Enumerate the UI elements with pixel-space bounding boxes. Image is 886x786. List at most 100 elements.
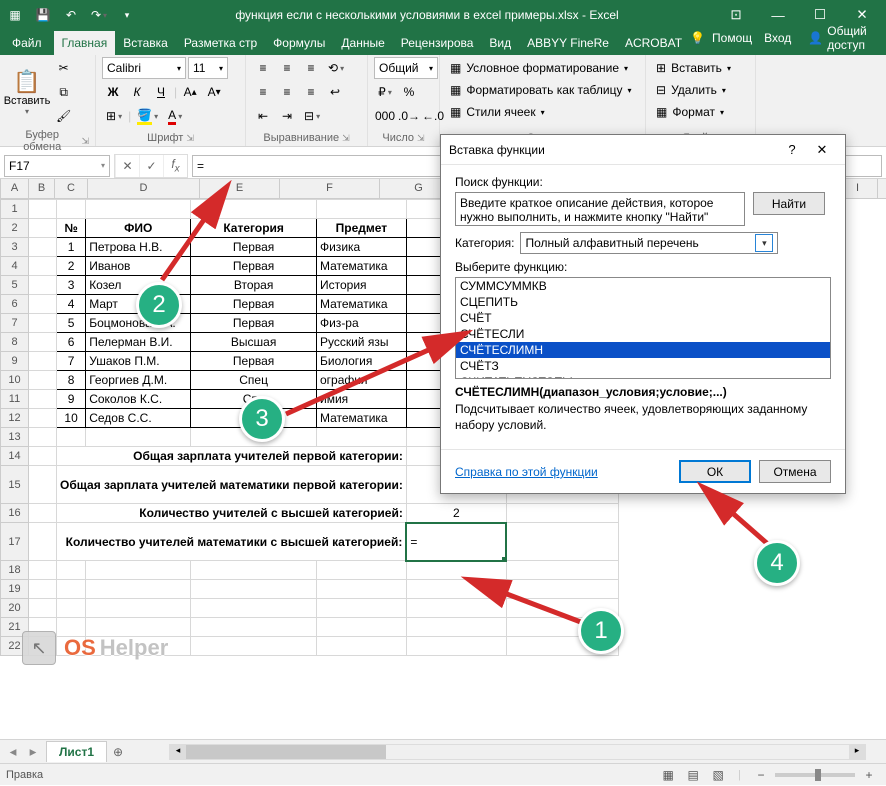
cell[interactable] <box>191 561 317 580</box>
cell[interactable]: Петрова Н.В. <box>86 238 191 257</box>
italic-button[interactable]: К <box>126 81 148 103</box>
cell[interactable]: Предмет <box>316 219 406 238</box>
underline-button[interactable]: Ч <box>150 81 172 103</box>
column-header[interactable]: E <box>200 179 280 198</box>
cell[interactable]: Пелерман В.И. <box>86 333 191 352</box>
font-name-combo[interactable]: Calibri▾ <box>102 57 186 79</box>
qat-customize-icon[interactable]: ▾ <box>116 4 138 26</box>
cell[interactable]: Математика <box>316 409 406 428</box>
cell[interactable] <box>86 580 191 599</box>
row-header[interactable]: 18 <box>1 561 29 580</box>
wrap-text-button[interactable]: ↩ <box>324 81 346 103</box>
cell[interactable] <box>29 580 57 599</box>
format-painter-button[interactable]: 🖌 <box>52 105 75 127</box>
zoom-out-button[interactable]: − <box>750 764 772 786</box>
share-button[interactable]: 👤 Общий доступ <box>800 21 882 55</box>
column-header[interactable]: A <box>1 179 29 198</box>
dialog-help-button[interactable]: ? <box>777 137 807 163</box>
cell[interactable]: 8 <box>57 371 86 390</box>
find-button[interactable]: Найти <box>753 192 825 215</box>
insert-cells-button[interactable]: ⊞Вставить▾ <box>652 57 749 79</box>
align-bottom-button[interactable]: ≡ <box>300 57 322 79</box>
function-list[interactable]: СУММСУММКВСЦЕПИТЬСЧЁТСЧЁТЕСЛИСЧЁТЕСЛИМНС… <box>455 277 831 379</box>
row-header[interactable]: 8 <box>1 333 29 352</box>
row-header[interactable]: 9 <box>1 352 29 371</box>
row-header[interactable]: 17 <box>1 523 29 561</box>
cell[interactable] <box>29 314 57 333</box>
cell[interactable]: 2 <box>57 257 86 276</box>
cell[interactable] <box>29 295 57 314</box>
grow-font-button[interactable]: A▴ <box>179 81 201 103</box>
font-color-button[interactable]: A <box>164 105 186 127</box>
cell[interactable] <box>57 599 86 618</box>
merge-button[interactable]: ⊟ <box>300 105 324 127</box>
currency-button[interactable]: ₽ <box>374 81 396 103</box>
cell[interactable]: 3 <box>57 276 86 295</box>
align-left-button[interactable]: ≡ <box>252 81 274 103</box>
function-item[interactable]: СЧЁТ <box>456 310 830 326</box>
row-header[interactable]: 6 <box>1 295 29 314</box>
increase-decimal-button[interactable]: .0→ <box>398 105 420 127</box>
column-header[interactable]: C <box>55 179 88 198</box>
cell[interactable]: ография <box>316 371 406 390</box>
cell-styles-button[interactable]: ▦Стили ячеек▾ <box>446 101 639 123</box>
cell[interactable]: Русский язы <box>316 333 406 352</box>
cell[interactable]: Категория <box>191 219 317 238</box>
function-item[interactable]: СУММСУММКВ <box>456 278 830 294</box>
cell[interactable] <box>406 599 506 618</box>
conditional-formatting-button[interactable]: ▦Условное форматирование▾ <box>446 57 639 79</box>
cell[interactable]: Ушаков П.М. <box>86 352 191 371</box>
increase-indent-button[interactable]: ⇥ <box>276 105 298 127</box>
category-select[interactable]: Полный алфавитный перечень ▾ <box>520 232 778 254</box>
row-header[interactable]: 12 <box>1 409 29 428</box>
page-break-button[interactable]: ▧ <box>707 764 729 786</box>
cell[interactable] <box>316 637 406 656</box>
cell[interactable]: Первая <box>191 295 317 314</box>
cell[interactable]: 7 <box>57 352 86 371</box>
border-button[interactable]: ⊞ <box>102 105 126 127</box>
search-function-input[interactable]: Введите краткое описание действия, котор… <box>455 192 745 226</box>
format-as-table-button[interactable]: ▦Форматировать как таблицу▾ <box>446 79 639 101</box>
cell[interactable] <box>29 447 57 466</box>
tab-review[interactable]: Рецензирова <box>393 31 482 55</box>
cancel-formula-button[interactable]: ✕ <box>115 155 139 177</box>
cell[interactable]: 5 <box>57 314 86 333</box>
tab-layout[interactable]: Разметка стр <box>176 31 265 55</box>
cell[interactable] <box>86 200 191 219</box>
cut-button[interactable]: ✂ <box>52 57 75 79</box>
cell[interactable]: = <box>406 523 506 561</box>
row-header[interactable]: 13 <box>1 428 29 447</box>
bold-button[interactable]: Ж <box>102 81 124 103</box>
function-item[interactable]: СЦЕПИТЬ <box>456 294 830 310</box>
column-header[interactable]: D <box>88 179 200 198</box>
cell[interactable] <box>29 371 57 390</box>
tab-file[interactable]: Файл <box>0 31 54 55</box>
row-header[interactable]: 14 <box>1 447 29 466</box>
row-header[interactable]: 20 <box>1 599 29 618</box>
cell[interactable] <box>406 618 506 637</box>
cell[interactable] <box>29 276 57 295</box>
cell[interactable]: Биология <box>316 352 406 371</box>
page-layout-button[interactable]: ▤ <box>682 764 704 786</box>
cell[interactable] <box>57 561 86 580</box>
cell[interactable] <box>86 428 191 447</box>
paste-button[interactable]: 📋 Вставить ▾ <box>6 57 48 127</box>
cell[interactable]: Седов С.С. <box>86 409 191 428</box>
cell[interactable]: 6 <box>57 333 86 352</box>
cell[interactable]: Первая <box>191 257 317 276</box>
decrease-indent-button[interactable]: ⇤ <box>252 105 274 127</box>
cell[interactable] <box>506 504 618 523</box>
cell[interactable] <box>57 428 86 447</box>
cell[interactable] <box>29 466 57 504</box>
font-size-combo[interactable]: 11▾ <box>188 57 228 79</box>
cell[interactable] <box>316 200 406 219</box>
cell[interactable] <box>29 504 57 523</box>
cell[interactable] <box>57 200 86 219</box>
clipboard-expand-icon[interactable]: ⇲ <box>81 136 89 147</box>
save-icon[interactable]: 💾 <box>32 4 54 26</box>
tab-acrobat[interactable]: ACROBAT <box>617 31 690 55</box>
cell[interactable] <box>29 390 57 409</box>
cell[interactable]: 4 <box>57 295 86 314</box>
zoom-slider[interactable] <box>775 773 855 777</box>
cell[interactable] <box>57 580 86 599</box>
